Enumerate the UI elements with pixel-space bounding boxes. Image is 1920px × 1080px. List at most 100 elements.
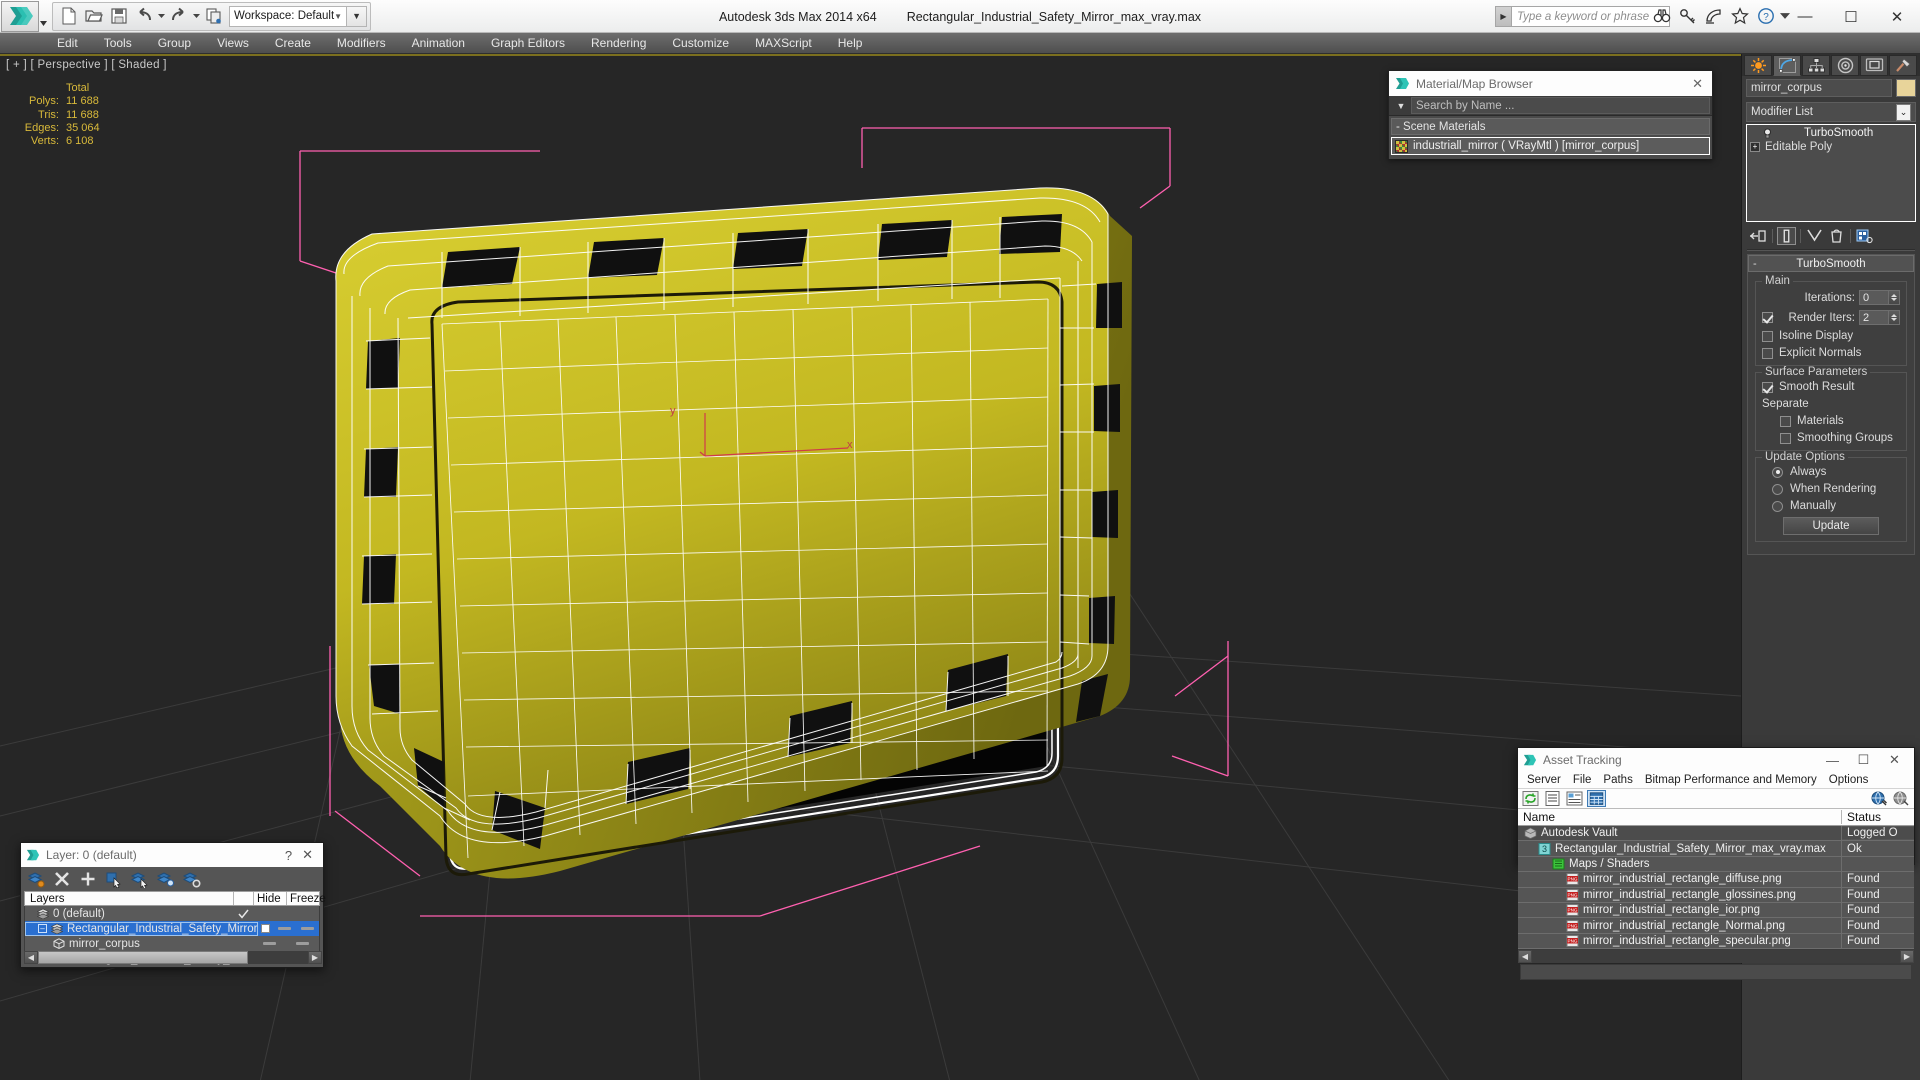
asset-table-row[interactable]: Maps / Shaders xyxy=(1518,856,1914,873)
configure-modifier-sets-button[interactable] xyxy=(1855,227,1874,245)
render-iters-spinner-arrows[interactable] xyxy=(1889,310,1900,325)
list-view-button[interactable] xyxy=(1543,790,1562,807)
separate-materials-checkbox[interactable] xyxy=(1780,415,1791,427)
iterations-spinner[interactable]: 0 xyxy=(1859,290,1900,305)
asset-maximize-button[interactable]: ☐ xyxy=(1848,748,1879,772)
iterations-spinner-arrows[interactable] xyxy=(1889,290,1900,305)
menu-item-tools[interactable]: Tools xyxy=(91,33,145,54)
asset-menu-paths[interactable]: Paths xyxy=(1597,774,1638,786)
layer-column-layers[interactable]: Layers xyxy=(25,893,233,905)
asset-tracking-window[interactable]: Asset Tracking — ☐ ✕ Server File Paths Bitm… xyxy=(1517,747,1915,981)
rollout-collapse-icon[interactable]: - xyxy=(1753,258,1757,270)
select-highlighted-layer-button[interactable] xyxy=(131,870,149,888)
vault-logout-button[interactable] xyxy=(1892,790,1911,807)
light-bulb-icon[interactable] xyxy=(1762,128,1773,139)
remove-modifier-button[interactable] xyxy=(1827,227,1846,245)
create-new-layer-button[interactable] xyxy=(27,870,45,888)
layer-freeze-cell[interactable] xyxy=(286,942,319,945)
workspace-selector[interactable]: Workspace: Default ▼ xyxy=(229,5,348,27)
layer-collapse-icon[interactable]: – xyxy=(38,924,47,933)
menu-item-help[interactable]: Help xyxy=(825,33,876,54)
search-input[interactable]: Type a keyword or phrase xyxy=(1512,6,1670,27)
tab-hierarchy[interactable] xyxy=(1802,55,1830,76)
asset-table-row[interactable]: PNG mirror_industrial_rectangle_diffuse.p… xyxy=(1518,872,1914,888)
modifier-stack-item-editablepoly[interactable]: + Editable Poly xyxy=(1748,140,1914,154)
asset-menu-options[interactable]: Options xyxy=(1823,774,1875,786)
layer-column-freeze[interactable]: Freeze xyxy=(286,892,326,905)
asset-menu-server[interactable]: Server xyxy=(1521,774,1567,786)
asset-table-row[interactable]: PNG mirror_industrial_rectangle_glossines… xyxy=(1518,887,1914,903)
layer-column-hide[interactable]: Hide xyxy=(253,892,286,905)
highlight-selected-objects-layer-button[interactable] xyxy=(157,870,175,888)
redo-dropdown-caret-icon[interactable] xyxy=(191,14,201,18)
app-menu-caret-icon[interactable] xyxy=(39,1,48,32)
asset-menu-file[interactable]: File xyxy=(1567,774,1598,786)
render-iters-value[interactable]: 2 xyxy=(1859,310,1889,325)
search-binoculars-button[interactable] xyxy=(1650,4,1674,28)
render-iters-spinner[interactable]: 2 xyxy=(1859,310,1900,325)
modifier-stack[interactable]: TurboSmooth + Editable Poly xyxy=(1746,124,1916,222)
asset-menu-bitmap-performance-and-memory[interactable]: Bitmap Performance and Memory xyxy=(1639,774,1823,786)
tab-utilities[interactable] xyxy=(1889,55,1917,76)
layer-horizontal-scrollbar[interactable]: ◀ ▶ xyxy=(24,951,322,964)
layer-current-cell[interactable] xyxy=(233,909,253,919)
delete-layer-button[interactable] xyxy=(53,870,71,888)
asset-column-status[interactable]: Status xyxy=(1842,810,1914,824)
object-name-input[interactable]: mirror_corpus xyxy=(1746,79,1892,97)
menu-item-maxscript[interactable]: MAXScript xyxy=(742,33,825,54)
asset-minimize-button[interactable]: — xyxy=(1817,748,1848,772)
asset-scroll-right-icon[interactable]: ▶ xyxy=(1900,949,1914,963)
menu-item-customize[interactable]: Customize xyxy=(659,33,742,54)
asset-horizontal-scrollbar[interactable]: ◀ ▶ xyxy=(1518,949,1914,963)
layer-scroll-thumb[interactable] xyxy=(38,951,248,964)
asset-column-name[interactable]: Name xyxy=(1518,810,1842,824)
menu-item-create[interactable]: Create xyxy=(262,33,324,54)
layer-table-row[interactable]: 0 (default) xyxy=(25,906,319,921)
layer-close-button[interactable]: ✕ xyxy=(302,847,319,863)
make-unique-button[interactable] xyxy=(1805,227,1824,245)
tab-modify[interactable] xyxy=(1773,55,1801,76)
layer-table-row[interactable]: – Rectangular_Industrial_Safety_Mirror xyxy=(25,921,319,936)
render-iters-checkbox[interactable] xyxy=(1762,312,1773,323)
workspace-dropdown-button[interactable]: ▼ xyxy=(347,5,368,27)
undo-dropdown-caret-icon[interactable] xyxy=(156,14,166,18)
favorites-button[interactable] xyxy=(1728,4,1752,28)
minimize-button[interactable]: — xyxy=(1782,0,1828,33)
app-logo-button[interactable] xyxy=(1,0,39,32)
menu-item-modifiers[interactable]: Modifiers xyxy=(324,33,399,54)
save-file-button[interactable] xyxy=(106,4,131,29)
asset-table-row[interactable]: Autodesk Vault Logged O xyxy=(1518,826,1914,842)
layer-dialog-window[interactable]: Layer: 0 (default) ? ✕ Layers Hide Freez… xyxy=(20,842,326,968)
separate-smoothing-groups-checkbox[interactable] xyxy=(1780,432,1791,444)
tab-motion[interactable] xyxy=(1831,55,1859,76)
tab-display[interactable] xyxy=(1860,55,1888,76)
undo-button[interactable] xyxy=(131,4,156,29)
add-selection-button[interactable] xyxy=(79,870,97,888)
layer-dialog-titlebar[interactable]: Layer: 0 (default) ? ✕ xyxy=(21,843,323,867)
update-always-radio[interactable] xyxy=(1772,466,1783,478)
asset-table-row[interactable]: PNG mirror_industrial_rectangle_specular.… xyxy=(1518,933,1914,950)
material-browser-titlebar[interactable]: Material/Map Browser ✕ xyxy=(1389,71,1712,96)
viewport-label[interactable]: [ + ] [ Perspective ] [ Shaded ] xyxy=(6,59,167,71)
select-objects-in-layer-button[interactable] xyxy=(105,870,123,888)
vault-login-button[interactable] xyxy=(1870,790,1889,807)
explicit-normals-checkbox[interactable] xyxy=(1762,347,1773,359)
menu-item-rendering[interactable]: Rendering xyxy=(578,33,659,54)
modifier-list-dropdown[interactable]: Modifier List ⌄ xyxy=(1746,102,1916,122)
show-end-result-button[interactable] xyxy=(1777,227,1796,245)
layer-help-button[interactable]: ? xyxy=(275,848,302,863)
layer-freeze-cell[interactable] xyxy=(296,927,319,930)
asset-close-button[interactable]: ✕ xyxy=(1879,748,1910,772)
menu-item-graph-editors[interactable]: Graph Editors xyxy=(478,33,578,54)
new-file-button[interactable] xyxy=(56,4,81,29)
subscription-key-button[interactable] xyxy=(1676,4,1700,28)
communication-center-button[interactable] xyxy=(1702,4,1726,28)
material-search-input[interactable]: Search by Name ... xyxy=(1411,97,1710,114)
asset-tracking-titlebar[interactable]: Asset Tracking — ☐ ✕ xyxy=(1518,748,1914,772)
open-file-button[interactable] xyxy=(81,4,106,29)
material-map-browser-window[interactable]: Material/Map Browser ✕ ▼ Search by Name … xyxy=(1388,70,1713,159)
select-link-button[interactable] xyxy=(201,4,226,29)
layer-hide-cell[interactable] xyxy=(273,927,296,930)
search-expand-icon[interactable]: ▶ xyxy=(1495,6,1512,27)
layer-scroll-track[interactable] xyxy=(248,951,308,964)
